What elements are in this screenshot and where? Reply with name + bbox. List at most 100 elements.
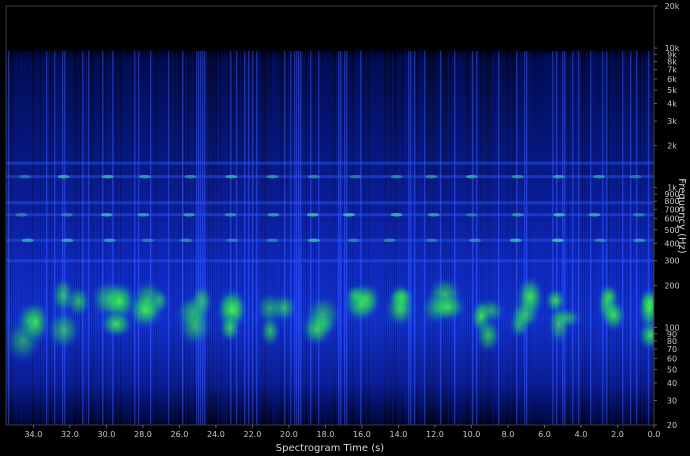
texture-streak — [552, 51, 554, 425]
texture-streak — [492, 51, 493, 425]
texture-streak — [78, 51, 79, 425]
texture-streak — [298, 51, 300, 425]
y-axis-ticks: 2030405060708090100200300400500600700800… — [654, 2, 680, 430]
texture-streak — [206, 51, 207, 425]
texture-streak — [342, 51, 343, 425]
texture-streak — [564, 51, 566, 425]
texture-streak — [646, 51, 647, 425]
texture-streak — [632, 51, 633, 425]
texture-streak — [10, 51, 11, 425]
texture-streak — [340, 51, 342, 425]
texture-streak — [278, 51, 279, 425]
texture-streak — [210, 51, 211, 425]
texture-streak — [116, 51, 117, 425]
texture-streak — [392, 51, 393, 425]
texture-streak — [174, 51, 175, 425]
texture-dash — [633, 238, 646, 243]
texture-streak — [594, 51, 595, 425]
texture-streak — [558, 51, 559, 425]
texture-streak — [650, 51, 651, 425]
texture-streak — [296, 51, 298, 425]
texture-streak — [318, 51, 320, 425]
texture-streak — [440, 51, 442, 425]
texture-dash — [307, 174, 320, 179]
texture-streak — [414, 51, 416, 425]
texture-streak — [16, 51, 17, 425]
texture-streak — [188, 51, 189, 425]
texture-dash — [21, 238, 34, 243]
texture-streak — [496, 51, 497, 425]
texture-streak — [334, 51, 335, 425]
texture-streak — [220, 51, 221, 425]
texture-streak — [144, 51, 145, 425]
texture-streak — [474, 51, 475, 425]
texture-streak — [438, 51, 439, 425]
texture-streak — [8, 51, 10, 425]
texture-streak — [46, 51, 48, 425]
texture-streak — [330, 51, 331, 425]
texture-streak — [384, 51, 385, 425]
texture-band — [6, 201, 654, 205]
texture-streak — [362, 51, 363, 425]
texture-streak — [140, 51, 141, 425]
texture-streak — [274, 51, 275, 425]
texture-streak — [98, 51, 99, 425]
texture-streak — [260, 51, 261, 425]
texture-streak — [178, 51, 179, 425]
texture-streak — [378, 51, 379, 425]
texture-streak — [322, 51, 323, 425]
texture-streak — [12, 51, 13, 425]
texture-streak — [608, 51, 609, 425]
texture-streak — [112, 51, 114, 425]
texture-blob — [475, 316, 502, 354]
texture-streak — [58, 51, 59, 425]
texture-streak — [76, 51, 77, 425]
texture-streak — [182, 51, 184, 425]
x-tick-label: 16.0 — [353, 430, 371, 439]
texture-streak — [450, 51, 451, 425]
texture-streak — [246, 51, 247, 425]
texture-dash — [19, 174, 32, 179]
texture-dash — [226, 238, 239, 243]
texture-streak — [374, 51, 375, 425]
texture-streak — [74, 51, 75, 425]
x-tick-label: 18.0 — [317, 430, 335, 439]
texture-streak — [128, 51, 129, 425]
x-tick-label: 0.0 — [648, 430, 661, 439]
texture-streak — [106, 51, 107, 425]
texture-streak — [638, 51, 639, 425]
texture-streak — [26, 51, 27, 425]
texture-streak — [154, 51, 155, 425]
texture-streak — [454, 51, 456, 425]
texture-dash — [509, 238, 522, 243]
texture-band — [6, 259, 654, 263]
texture-dash — [61, 238, 74, 243]
texture-streak — [166, 51, 167, 425]
texture-dash — [57, 174, 70, 179]
texture-streak — [626, 51, 627, 425]
texture-streak — [126, 51, 127, 425]
texture-streak — [72, 51, 73, 425]
texture-dash — [180, 238, 193, 243]
texture-streak — [276, 51, 277, 425]
texture-streak — [458, 51, 459, 425]
texture-streak — [20, 51, 21, 425]
texture-dash — [182, 212, 195, 217]
x-tick-label: 14.0 — [390, 430, 408, 439]
texture-streak — [314, 51, 315, 425]
texture-streak — [476, 51, 478, 425]
texture-streak — [416, 51, 417, 425]
y-tick-label: 70 — [667, 345, 677, 354]
texture-streak — [28, 51, 29, 425]
texture-streak — [118, 51, 119, 425]
y-tick-label: 20k — [665, 2, 680, 11]
texture-streak — [644, 51, 645, 425]
texture-streak — [320, 51, 321, 425]
texture-streak — [366, 51, 367, 425]
texture-streak — [82, 51, 84, 425]
texture-streak — [350, 51, 351, 425]
texture-streak — [100, 51, 101, 425]
texture-streak — [38, 51, 39, 425]
texture-streak — [622, 51, 624, 425]
texture-streak — [44, 51, 45, 425]
